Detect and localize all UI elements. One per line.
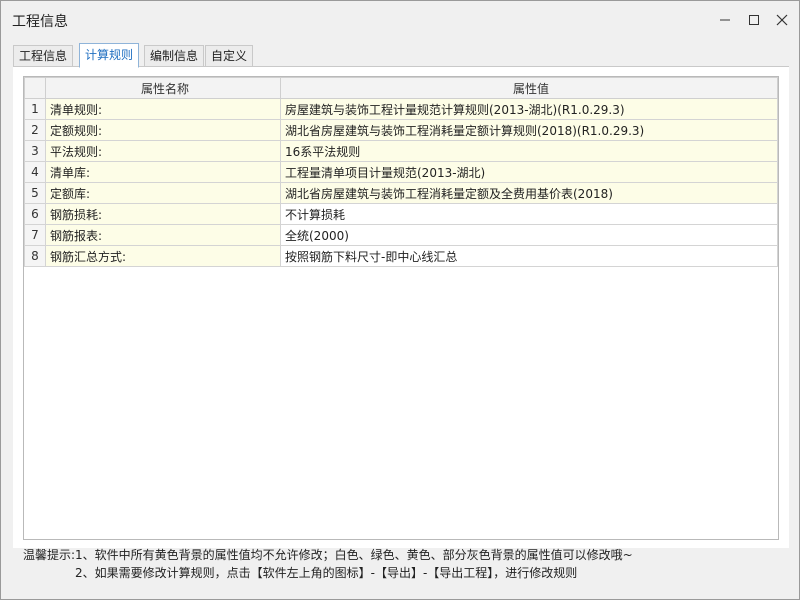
property-name: 定额规则: [45, 119, 281, 141]
property-value: 湖北省房屋建筑与装饰工程消耗量定额计算规则(2018)(R1.0.29.3) [280, 119, 778, 141]
tab-custom[interactable]: 自定义 [205, 45, 254, 66]
property-name: 清单库: [45, 161, 281, 183]
property-name: 定额库: [45, 182, 281, 204]
property-name: 清单规则: [45, 98, 281, 120]
maximize-button[interactable] [743, 9, 765, 31]
property-value: 湖北省房屋建筑与装饰工程消耗量定额及全费用基价表(2018) [280, 182, 778, 204]
property-name-header[interactable]: 属性名称 [45, 77, 281, 99]
tip-line-1: 温馨提示:1、软件中所有黄色背景的属性值均不允许修改；白色、绿色、黄色、部分灰色… [23, 548, 633, 562]
close-icon [776, 14, 788, 26]
property-value-editable[interactable]: 按照钢筋下料尺寸-即中心线汇总 [280, 245, 778, 267]
row-number: 5 [24, 182, 46, 204]
property-name: 钢筋报表: [45, 224, 281, 246]
row-number-header [24, 77, 46, 99]
title-bar: 工程信息 [1, 1, 799, 39]
table-row[interactable]: 5 定额库: 湖北省房屋建筑与装饰工程消耗量定额及全费用基价表(2018) [24, 182, 778, 204]
property-value: 16系平法规则 [280, 140, 778, 162]
window-title: 工程信息 [12, 14, 68, 30]
tab-bar: 工程信息 计算规则 编制信息 自定义 [13, 43, 793, 68]
table-row[interactable]: 8 钢筋汇总方式: 按照钢筋下料尺寸-即中心线汇总 [24, 245, 778, 267]
property-value-header[interactable]: 属性值 [280, 77, 778, 99]
table-row[interactable]: 3 平法规则: 16系平法规则 [24, 140, 778, 162]
table-row[interactable]: 4 清单库: 工程量清单项目计量规范(2013-湖北) [24, 161, 778, 183]
tip-line-2: 2、如果需要修改计算规则，点击【软件左上角的图标】-【导出】-【导出工程】，进行… [75, 566, 578, 580]
row-number: 7 [24, 224, 46, 246]
table-row[interactable]: 7 钢筋报表: 全统(2000) [24, 224, 778, 246]
row-number: 8 [24, 245, 46, 267]
minimize-icon [720, 19, 730, 21]
table-row[interactable]: 6 钢筋损耗: 不计算损耗 [24, 203, 778, 225]
calc-rules-panel: 属性名称 属性值 1 清单规则: 房屋建筑与装饰工程计量规范计算规则(2013-… [13, 66, 789, 548]
table-row[interactable]: 1 清单规则: 房屋建筑与装饰工程计量规范计算规则(2013-湖北)(R1.0.… [24, 98, 778, 120]
property-name: 平法规则: [45, 140, 281, 162]
tab-project-info[interactable]: 工程信息 [13, 45, 74, 66]
tab-compile-info[interactable]: 编制信息 [144, 45, 205, 66]
table-header-row: 属性名称 属性值 [24, 77, 778, 99]
tip-text: 温馨提示:1、软件中所有黄色背景的属性值均不允许修改；白色、绿色、黄色、部分灰色… [23, 546, 793, 582]
project-info-window: 工程信息 工程信息 计算规则 编制信息 自定义 属性名称 属性值 1 清单规则:… [0, 0, 800, 600]
row-number: 1 [24, 98, 46, 120]
minimize-button[interactable] [714, 9, 736, 31]
property-value-editable[interactable]: 不计算损耗 [280, 203, 778, 225]
row-number: 4 [24, 161, 46, 183]
row-number: 6 [24, 203, 46, 225]
property-value: 工程量清单项目计量规范(2013-湖北) [280, 161, 778, 183]
row-number: 2 [24, 119, 46, 141]
property-value-editable[interactable]: 全统(2000) [280, 224, 778, 246]
property-grid: 属性名称 属性值 1 清单规则: 房屋建筑与装饰工程计量规范计算规则(2013-… [23, 76, 779, 540]
property-name: 钢筋损耗: [45, 203, 281, 225]
close-button[interactable] [771, 9, 793, 31]
table-row[interactable]: 2 定额规则: 湖北省房屋建筑与装饰工程消耗量定额计算规则(2018)(R1.0… [24, 119, 778, 141]
property-value: 房屋建筑与装饰工程计量规范计算规则(2013-湖北)(R1.0.29.3) [280, 98, 778, 120]
tab-calc-rules[interactable]: 计算规则 [79, 43, 140, 68]
row-number: 3 [24, 140, 46, 162]
maximize-icon [749, 15, 759, 25]
property-table: 属性名称 属性值 1 清单规则: 房屋建筑与装饰工程计量规范计算规则(2013-… [24, 77, 778, 267]
property-name: 钢筋汇总方式: [45, 245, 281, 267]
